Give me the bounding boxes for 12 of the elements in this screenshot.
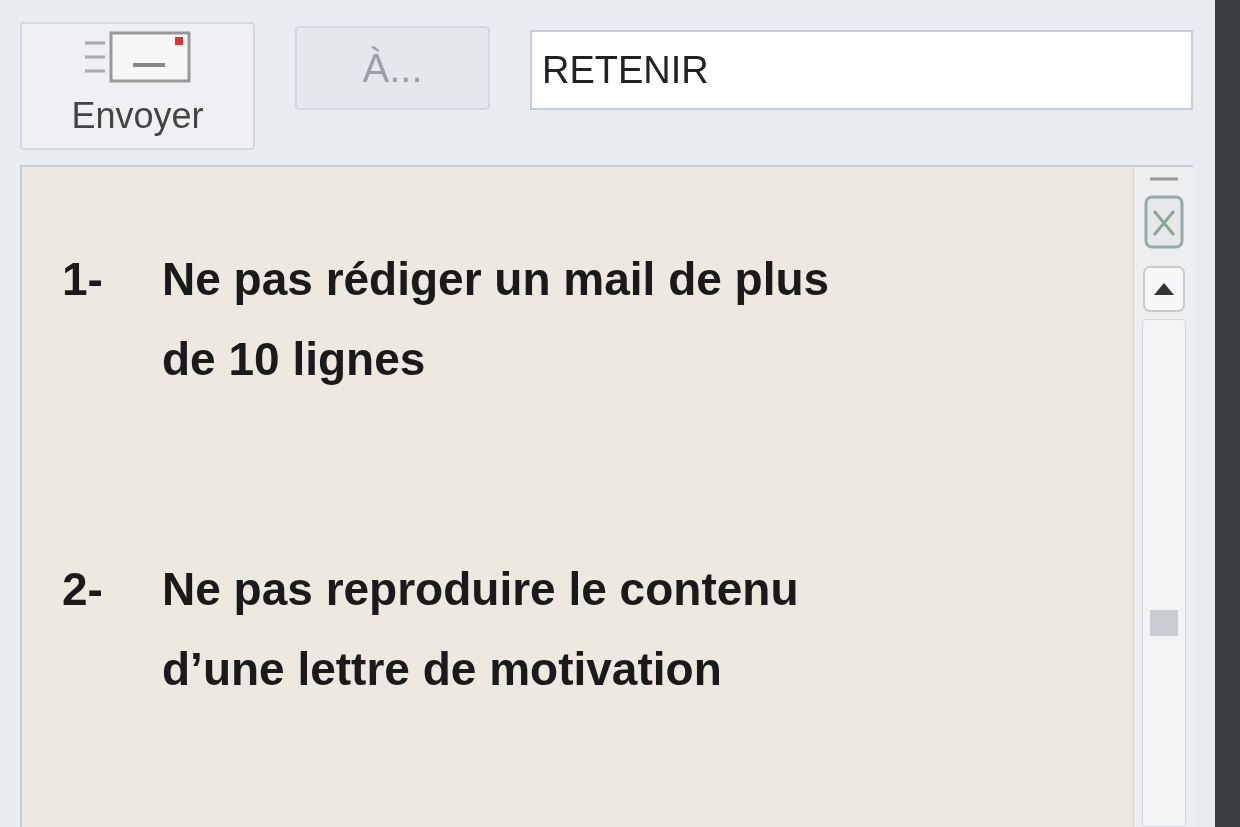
message-body[interactable]: 1- Ne pas rédiger un mail de plus de 10 lignes 2- Ne pas reproduire le contenu d’une lettre de motivation (22, 167, 1133, 827)
subject-field[interactable]: RETENIR (530, 30, 1193, 110)
list-text: Ne pas rédiger un mail de plus de 10 lignes (162, 252, 831, 387)
scrollbar[interactable] (1133, 167, 1193, 827)
scroll-track[interactable] (1141, 319, 1186, 827)
scroll-up-icon[interactable] (1141, 265, 1186, 313)
list-number: 2- (62, 562, 104, 617)
envelope-icon (82, 29, 193, 85)
list-text: Ne pas reproduire le contenu d’une lettre de motivation (162, 562, 800, 697)
list-number: 1- (62, 252, 104, 307)
send-button[interactable]: Envoyer (20, 22, 255, 150)
grip-icon (1149, 610, 1178, 636)
